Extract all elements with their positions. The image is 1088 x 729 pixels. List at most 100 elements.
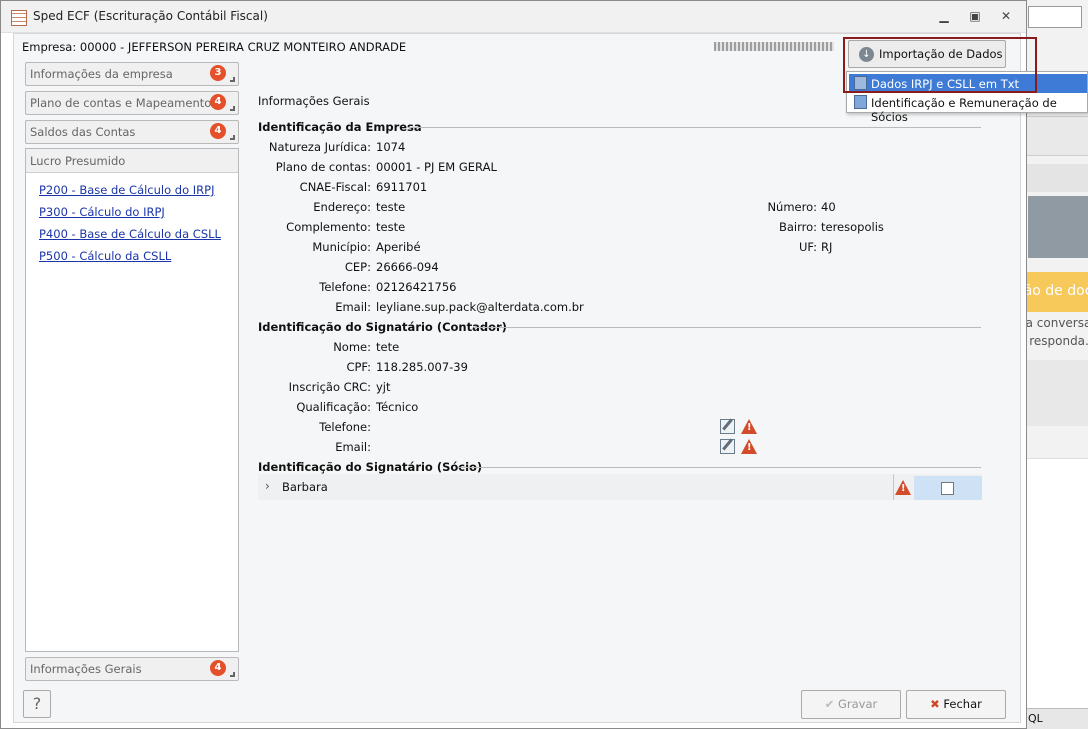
background-text-line: e responda.: [1020, 334, 1088, 348]
field-label: Telefone:: [319, 280, 371, 294]
section-divider: [474, 327, 981, 328]
menu-item-label: Dados IRPJ e CSLL em Txt: [871, 77, 1020, 91]
field-value: 40: [821, 200, 836, 214]
count-badge: 4: [210, 94, 226, 110]
field-label: Nome:: [333, 340, 371, 354]
background-content: [1020, 458, 1088, 708]
background-toolbar: [1020, 116, 1088, 156]
background-image: [1028, 196, 1088, 258]
sidebar-item-informacoes-gerais[interactable]: Informações Gerais 4: [25, 657, 239, 681]
field-label: Qualificação:: [296, 400, 371, 414]
expand-corner-icon: [230, 77, 235, 82]
field-value: 02126421756: [376, 280, 457, 294]
field-value: Técnico: [376, 400, 419, 414]
field-label: Endereço:: [313, 200, 371, 214]
import-menu: Dados IRPJ e CSLL em Txt Identificação e…: [846, 71, 1088, 124]
save-button[interactable]: ✔ Gravar: [801, 690, 901, 719]
close-x-icon: ✖: [930, 697, 940, 711]
menu-item-identificacao-socios[interactable]: Identificação e Remuneração de Sócios: [849, 93, 1087, 124]
background-search-input[interactable]: [1028, 6, 1082, 28]
section-title-empresa: Identificação da Empresa: [258, 120, 422, 134]
chevron-right-icon[interactable]: ›: [265, 479, 270, 493]
field-value: 26666-094: [376, 260, 439, 274]
file-icon: [854, 76, 867, 90]
field-value: teste: [376, 220, 406, 234]
menu-item-dados-irpj[interactable]: Dados IRPJ e CSLL em Txt: [849, 74, 1087, 93]
sidebar-item-plano-contas[interactable]: Plano de contas e Mapeamento 4: [25, 91, 239, 115]
window-title: Sped ECF (Escrituração Contábil Fiscal): [33, 9, 268, 23]
field-label: Email:: [335, 300, 371, 314]
field-value: teresopolis: [821, 220, 884, 234]
title-bar[interactable]: Sped ECF (Escrituração Contábil Fiscal) …: [1, 1, 1026, 33]
field-value: Aperibé: [376, 240, 421, 254]
field-label: Município:: [312, 240, 371, 254]
sidebar-item-label: Plano de contas e Mapeamento: [30, 96, 212, 110]
background-banner: ção de doc: [1020, 272, 1088, 312]
field-label: Bairro:: [778, 220, 817, 234]
field-label: Complemento:: [286, 220, 371, 234]
link-p300[interactable]: P300 - Cálculo do IRPJ: [39, 205, 165, 219]
help-button[interactable]: ?: [23, 690, 51, 718]
person-icon: [854, 95, 867, 109]
field-value: tete: [376, 340, 400, 354]
close-icon[interactable]: ✕: [997, 9, 1015, 25]
section-divider: [458, 467, 981, 468]
field-label: Número:: [767, 200, 817, 214]
field-value: 00001 - PJ EM GERAL: [376, 160, 497, 174]
check-icon: ✔: [824, 697, 835, 711]
sidebar-item-label: Saldos das Contas: [30, 125, 136, 139]
page-title: Informações Gerais: [258, 94, 370, 108]
sidebar-item-informacoes-empresa[interactable]: Informações da empresa 3: [25, 62, 239, 86]
field-value: RJ: [821, 240, 833, 254]
field-value: leyliane.sup.pack@alterdata.com.br: [376, 300, 584, 314]
field-value: teste: [376, 200, 406, 214]
spreadsheet-icon: [11, 10, 27, 26]
section-title-contador: Identificação do Signatário (Contador): [258, 320, 507, 334]
field-label: UF:: [798, 240, 817, 254]
close-button-label: Fechar: [943, 697, 982, 711]
field-value: 118.285.007-39: [376, 360, 468, 374]
row-divider: [893, 474, 894, 500]
field-label: CEP:: [344, 260, 371, 274]
field-label: CNAE-Fiscal:: [299, 180, 371, 194]
field-label: Natureza Jurídica:: [268, 140, 371, 154]
edit-icon[interactable]: [720, 419, 735, 434]
expand-corner-icon: [230, 106, 235, 111]
field-label: Plano de contas:: [275, 160, 371, 174]
background-panel: [1020, 360, 1088, 426]
save-button-label: Gravar: [838, 697, 878, 711]
field-value: yjt: [376, 380, 391, 394]
link-p500[interactable]: P500 - Cálculo da CSLL: [39, 249, 171, 263]
edit-icon[interactable]: [720, 439, 735, 454]
section-title-socio: Identificação do Signatário (Sócio): [258, 460, 483, 474]
background-text-line: na conversa: [1020, 316, 1088, 330]
field-label: CPF:: [346, 360, 371, 374]
field-label: Inscrição CRC:: [288, 380, 371, 394]
count-badge: 4: [210, 123, 226, 139]
socio-row[interactable]: › Barbara: [258, 474, 982, 500]
close-button[interactable]: ✖ Fechar: [906, 690, 1006, 719]
restore-icon[interactable]: ▣: [966, 9, 984, 25]
warning-icon: !: [741, 419, 757, 434]
socio-checkbox[interactable]: [941, 482, 954, 495]
import-data-button[interactable]: ↓ Importação de Dados: [848, 40, 1006, 68]
field-label: Email:: [335, 440, 371, 454]
field-value: 6911701: [376, 180, 428, 194]
count-badge: 4: [210, 660, 226, 676]
expand-corner-icon: [230, 672, 235, 677]
section-divider: [408, 127, 981, 128]
redacted-info: [714, 42, 834, 51]
field-value: 1074: [376, 140, 406, 154]
company-header: Empresa: 00000 - JEFFERSON PEREIRA CRUZ …: [22, 40, 407, 54]
download-icon: ↓: [859, 47, 874, 62]
background-bottom-tab[interactable]: QL: [1020, 708, 1088, 729]
sidebar-item-label: Informações da empresa: [30, 67, 173, 81]
import-data-label: Importação de Dados: [879, 47, 1003, 61]
warning-icon: !: [895, 480, 911, 495]
count-badge: 3: [210, 65, 226, 81]
field-label: Telefone:: [319, 420, 371, 434]
warning-icon: !: [741, 439, 757, 454]
minimize-icon[interactable]: ▁: [935, 9, 953, 25]
sidebar-item-label: Informações Gerais: [30, 662, 142, 676]
socio-name: Barbara: [282, 480, 328, 494]
